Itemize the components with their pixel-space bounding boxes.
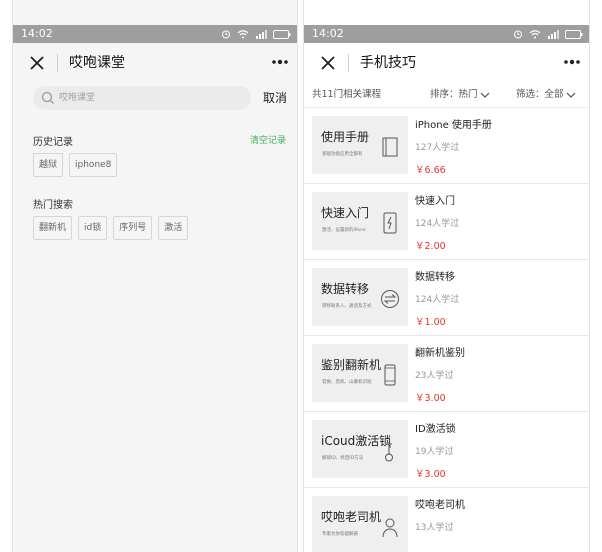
course-price: ￥3.00 (415, 469, 446, 480)
course-price: ￥2.00 (415, 241, 446, 252)
key-icon (385, 442, 393, 462)
hot-search-section-title: 热门搜索 (33, 200, 73, 211)
course-list: 使用手册 基础功能应用全都有 iPhone 使用手册 127人学过 ￥6.66 … (304, 108, 589, 552)
book-icon (382, 137, 398, 157)
course-name: 哎咆老司机 (415, 500, 465, 511)
course-learners: 124人学过 (415, 219, 460, 229)
course-thumbnail: iCoud激活锁 解锁ID、找回ID方法 (312, 420, 408, 478)
nav-bar: 哎咆课堂 (13, 43, 297, 83)
signal-icon (256, 30, 267, 39)
wifi-icon (237, 30, 249, 39)
course-item[interactable]: 数据转移 转移联系人、通话及方式 数据转移 124人学过 ￥1.00 (304, 260, 589, 336)
hot-search-tag[interactable]: id锁 (78, 216, 108, 240)
signal-icon (548, 30, 559, 39)
clear-history-button[interactable]: 清空记录 (250, 133, 286, 146)
history-section-title: 历史记录 (33, 137, 73, 148)
course-count: 共11门相关课程 (312, 89, 382, 100)
alarm-icon (222, 30, 230, 39)
hot-search-tag[interactable]: 序列号 (113, 216, 153, 240)
status-bar: 14:02 (304, 25, 589, 43)
course-name: iPhone 使用手册 (415, 120, 492, 131)
person-icon (382, 518, 398, 538)
course-learners: 124人学过 (415, 295, 460, 305)
hot-search-tag[interactable]: 翻新机 (33, 216, 73, 240)
battery-icon (273, 29, 291, 39)
page-title: 哎咆课堂 (69, 55, 125, 71)
sort-dropdown[interactable]: 排序：热门 (430, 83, 490, 107)
course-thumbnail: 鉴别翻新机 官换、黑机、山寨机识别 (312, 344, 408, 402)
battery-icon (565, 29, 583, 39)
hot-search-tags: 翻新机 id锁 序列号 激活 (33, 216, 189, 240)
course-name: 快速入门 (415, 196, 455, 207)
thumbnail-subtitle: 激活、设置新的iPone (322, 228, 366, 233)
course-price: ￥6.66 (415, 165, 446, 176)
thumbnail-subtitle: 解锁ID、找回ID方法 (322, 456, 364, 461)
more-options-icon[interactable] (563, 57, 581, 67)
history-tags: 越狱 iphone8 (33, 153, 118, 177)
thumbnail-subtitle: 转移联系人、通话及方式 (322, 304, 372, 309)
transfer-arrows-icon (381, 290, 399, 308)
thumbnail-subtitle: 官换、黑机、山寨机识别 (322, 380, 372, 385)
course-list-screen: 14:02 手机技巧 共11门相关课程 排序：热门 筛选：全部 使用手册 基础功… (303, 0, 590, 552)
course-thumbnail: 使用手册 基础功能应用全都有 (312, 116, 408, 174)
nav-divider (57, 54, 58, 72)
thumbnail-subtitle: 专家为你答疑解惑 (322, 532, 358, 537)
course-name: ID激活锁 (415, 424, 456, 435)
course-learners: 23人学过 (415, 371, 454, 381)
close-icon[interactable] (29, 55, 45, 71)
hot-search-tag[interactable]: 激活 (158, 216, 189, 240)
course-thumbnail: 快速入门 激活、设置新的iPone (312, 192, 408, 250)
filter-label: 筛选：全部 (516, 89, 564, 100)
search-input[interactable] (59, 86, 239, 110)
search-icon (41, 91, 54, 104)
course-price: ￥1.00 (415, 317, 446, 328)
chevron-down-icon (480, 92, 489, 98)
course-item[interactable]: 使用手册 基础功能应用全都有 iPhone 使用手册 127人学过 ￥6.66 (304, 108, 589, 184)
course-item[interactable]: iCoud激活锁 解锁ID、找回ID方法 ID激活锁 19人学过 ￥3.00 (304, 412, 589, 488)
thumbnail-title: 使用手册 (321, 130, 370, 144)
wifi-icon (529, 30, 541, 39)
more-options-icon[interactable] (271, 57, 289, 67)
course-price: ￥3.00 (415, 393, 446, 404)
course-name: 翻新机鉴别 (415, 348, 465, 359)
thumbnail-subtitle: 基础功能应用全都有 (322, 152, 363, 157)
thumbnail-title: 快速入门 (321, 206, 370, 220)
close-icon[interactable] (320, 55, 336, 71)
alarm-icon (514, 30, 522, 39)
phone-icon (384, 364, 396, 386)
course-item[interactable]: 快速入门 激活、设置新的iPone 快速入门 124人学过 ￥2.00 (304, 184, 589, 260)
thumbnail-title: 鉴别翻新机 (321, 358, 382, 372)
course-item[interactable]: 鉴别翻新机 官换、黑机、山寨机识别 翻新机鉴别 23人学过 ￥3.00 (304, 336, 589, 412)
course-learners: 13人学过 (415, 523, 454, 533)
history-tag[interactable]: iphone8 (69, 153, 118, 177)
search-box[interactable] (33, 86, 251, 110)
history-tag[interactable]: 越狱 (33, 153, 64, 177)
nav-divider (348, 54, 349, 72)
cancel-button[interactable]: 取消 (263, 86, 287, 110)
status-time: 14:02 (312, 27, 344, 40)
thumbnail-title: 哎咆老司机 (321, 510, 382, 524)
phone-lightning-icon (383, 212, 397, 234)
sort-label: 排序：热门 (430, 89, 478, 100)
status-icons (513, 25, 583, 43)
chevron-down-icon (566, 92, 575, 98)
course-thumbnail: 数据转移 转移联系人、通话及方式 (312, 268, 408, 326)
status-time: 14:02 (21, 27, 53, 40)
page-title: 手机技巧 (360, 55, 416, 71)
course-item[interactable]: 哎咆老司机 专家为你答疑解惑 哎咆老司机 13人学过 (304, 488, 589, 552)
course-learners: 19人学过 (415, 447, 454, 457)
nav-bar: 手机技巧 (304, 43, 589, 83)
status-icons (221, 25, 291, 43)
course-thumbnail: 哎咆老司机 专家为你答疑解惑 (312, 496, 408, 552)
search-screen: 14:02 哎咆课堂 取消 历史记录 清空记录 越狱 iphone8 热门搜索 … (12, 0, 298, 552)
filter-bar: 共11门相关课程 排序：热门 筛选：全部 (304, 83, 589, 108)
filter-dropdown[interactable]: 筛选：全部 (516, 83, 576, 107)
course-name: 数据转移 (415, 272, 455, 283)
thumbnail-title: 数据转移 (321, 282, 370, 296)
status-bar: 14:02 (13, 25, 297, 43)
course-learners: 127人学过 (415, 143, 460, 153)
